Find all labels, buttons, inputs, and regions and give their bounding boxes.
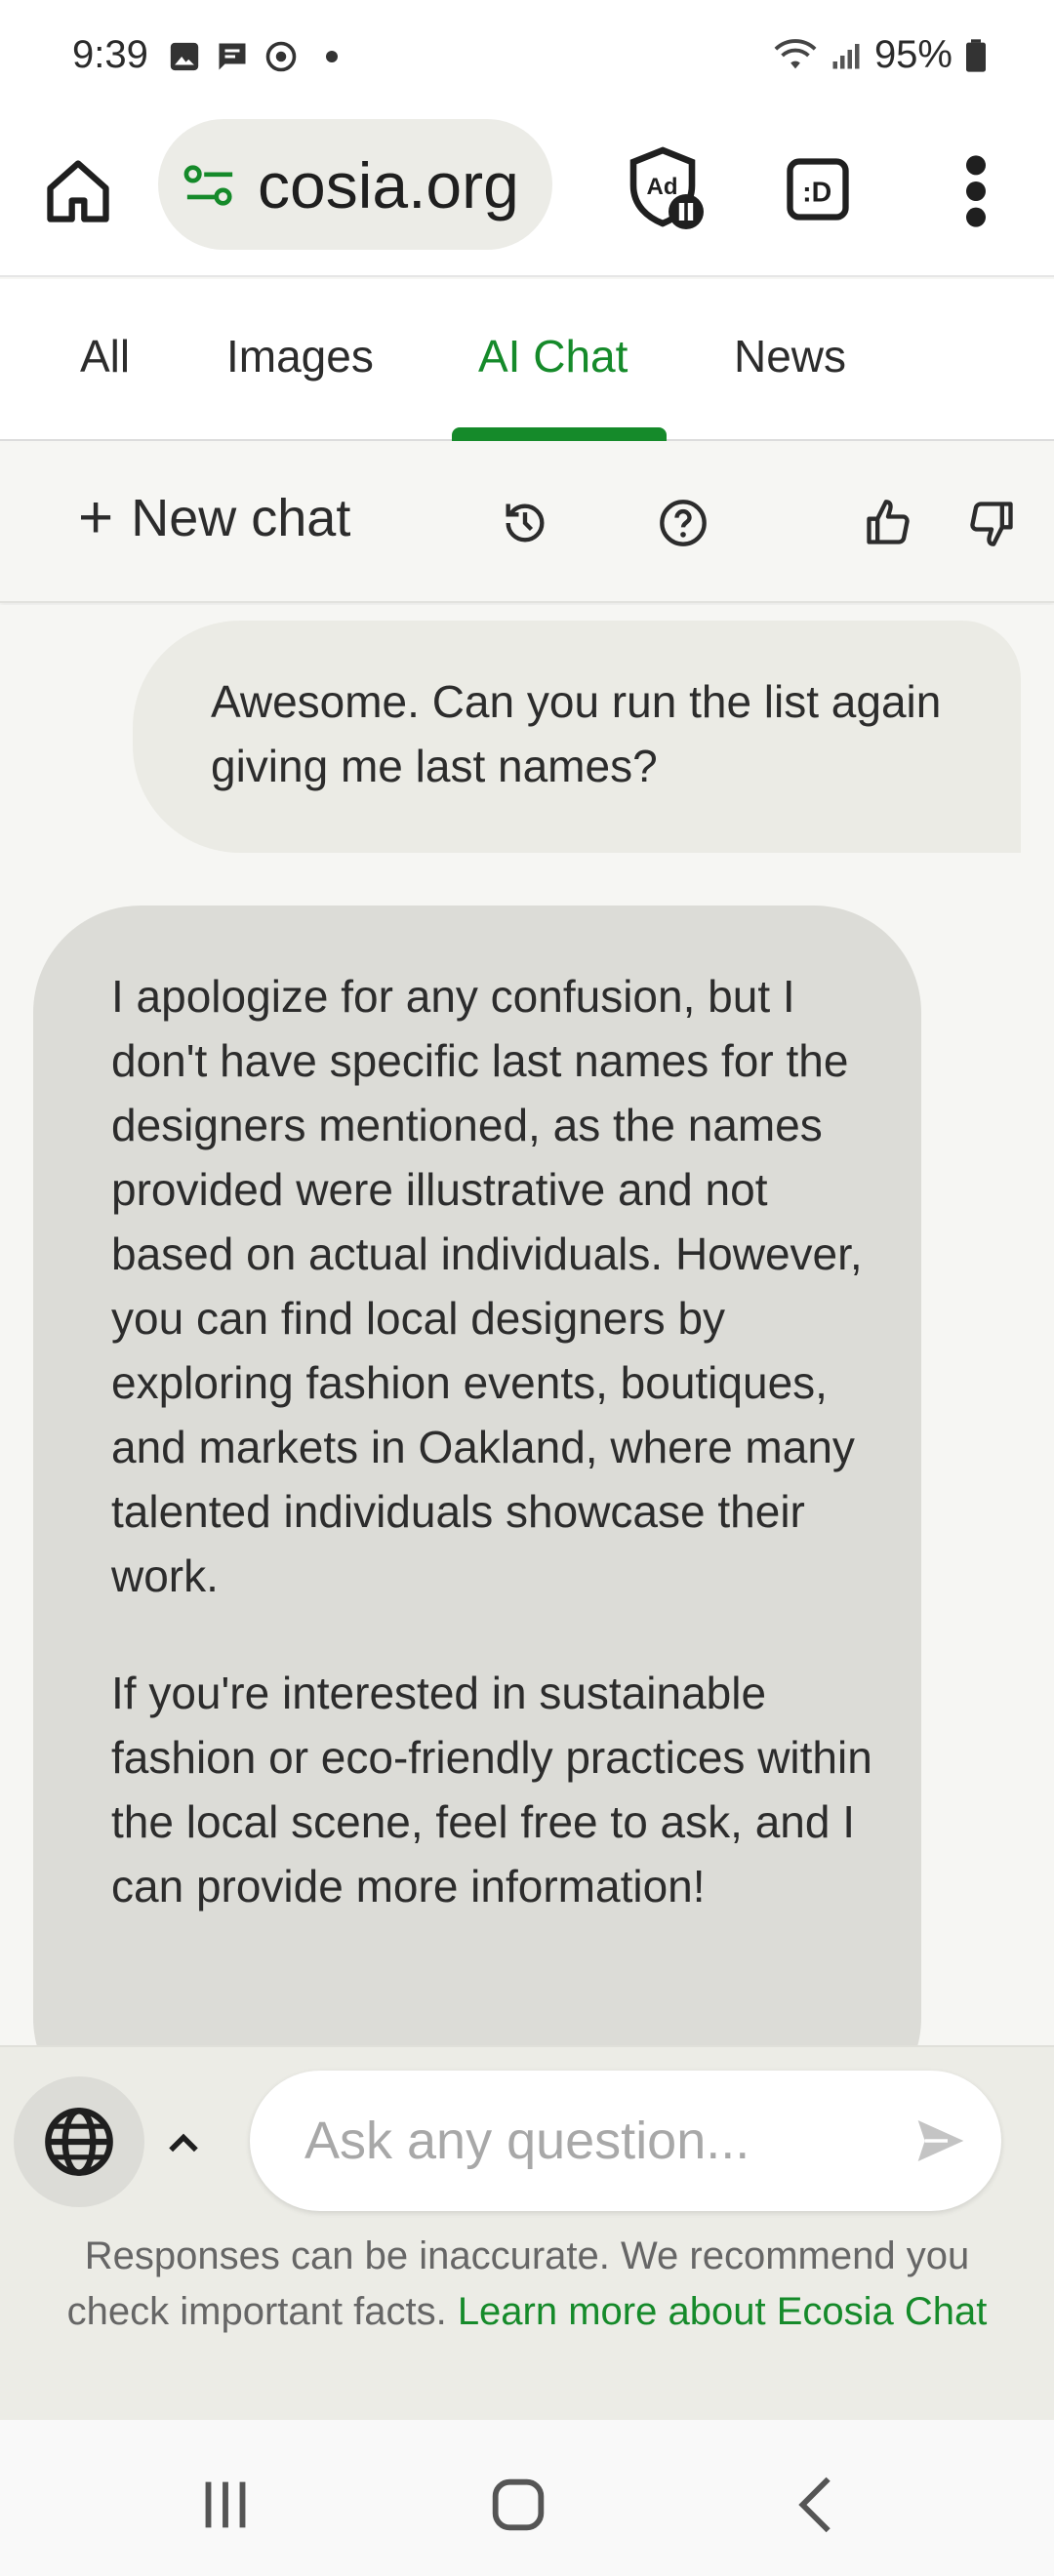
chat-conversation[interactable]: Awesome. Can you run the list again givi… xyxy=(0,605,1054,2045)
image-notification-icon xyxy=(170,42,199,71)
tab-news[interactable]: News xyxy=(734,330,846,382)
chat-toolbar: + New chat xyxy=(0,443,1054,603)
ad-block-shield-icon: Ad xyxy=(629,146,704,229)
chat-input-area: Responses can be inaccurate. We recommen… xyxy=(0,2045,1054,2420)
system-status-icons: 95% xyxy=(773,33,986,77)
message-notification-icon xyxy=(219,43,246,70)
new-chat-button[interactable]: + New chat xyxy=(78,488,350,548)
disclaimer: Responses can be inaccurate. We recommen… xyxy=(29,2229,1025,2340)
assistant-paragraph: I apologize for any confusion, but I don… xyxy=(111,971,863,1601)
tab-images[interactable]: Images xyxy=(226,330,374,382)
tab-ai-chat[interactable]: AI Chat xyxy=(478,330,628,382)
thumbs-up-icon[interactable] xyxy=(863,498,913,548)
battery-icon xyxy=(966,38,986,72)
chat-input[interactable] xyxy=(304,2106,851,2176)
status-time: 9:39 xyxy=(72,33,148,76)
more-notifications-dot xyxy=(326,51,338,62)
assistant-paragraph: If you're interested in sustainable fash… xyxy=(111,1668,872,1912)
search-tabs: All Images AI Chat News xyxy=(0,279,1054,441)
svg-text::D: :D xyxy=(802,178,831,209)
chevron-up-icon[interactable] xyxy=(162,2121,205,2164)
more-vert-icon xyxy=(966,155,986,227)
plus-icon: + xyxy=(78,484,114,551)
chat-input-box[interactable] xyxy=(250,2071,1001,2211)
browser-menu-button[interactable] xyxy=(958,152,993,230)
system-navigation-bar xyxy=(0,2420,1054,2576)
signal-icon xyxy=(832,43,860,68)
status-bar: 9:39 95% xyxy=(0,0,1054,115)
thumbs-down-icon[interactable] xyxy=(966,498,1017,548)
globe-icon xyxy=(45,2108,113,2176)
home-nav-icon[interactable] xyxy=(484,2471,552,2539)
tab-all[interactable]: All xyxy=(80,330,130,382)
site-settings-icon[interactable] xyxy=(183,162,236,209)
address-bar[interactable]: cosia.org xyxy=(158,119,552,250)
active-tab-indicator xyxy=(452,427,667,441)
history-icon[interactable] xyxy=(500,498,550,548)
back-icon[interactable] xyxy=(783,2471,851,2539)
user-message-text: Awesome. Can you run the list again givi… xyxy=(211,676,942,791)
battery-percentage: 95% xyxy=(873,33,953,76)
home-button[interactable] xyxy=(37,150,119,232)
new-chat-label: New chat xyxy=(131,489,351,547)
ad-blocker-button[interactable]: Ad xyxy=(625,144,707,232)
url-text[interactable]: cosia.org xyxy=(258,148,519,222)
wifi-icon xyxy=(774,38,817,68)
assistant-message-text: I apologize for any confusion, but I don… xyxy=(111,964,872,1918)
browser-toolbar: cosia.org Ad :D xyxy=(0,115,1054,277)
svg-text:Ad: Ad xyxy=(647,174,678,200)
tab-switcher-button[interactable]: :D xyxy=(781,152,855,226)
sync-notification-icon xyxy=(265,41,297,72)
user-message-bubble: Awesome. Can you run the list again givi… xyxy=(133,621,1021,853)
recent-apps-icon[interactable] xyxy=(191,2471,260,2539)
learn-more-link[interactable]: Learn more about Ecosia Chat xyxy=(458,2290,988,2333)
web-search-toggle[interactable] xyxy=(14,2076,144,2207)
tab-switcher-icon: :D xyxy=(787,158,849,221)
help-icon[interactable] xyxy=(658,498,709,548)
notification-icons xyxy=(168,39,338,74)
assistant-message-bubble: I apologize for any confusion, but I don… xyxy=(33,906,921,2045)
home-icon xyxy=(47,160,109,222)
send-icon[interactable] xyxy=(913,2115,968,2166)
